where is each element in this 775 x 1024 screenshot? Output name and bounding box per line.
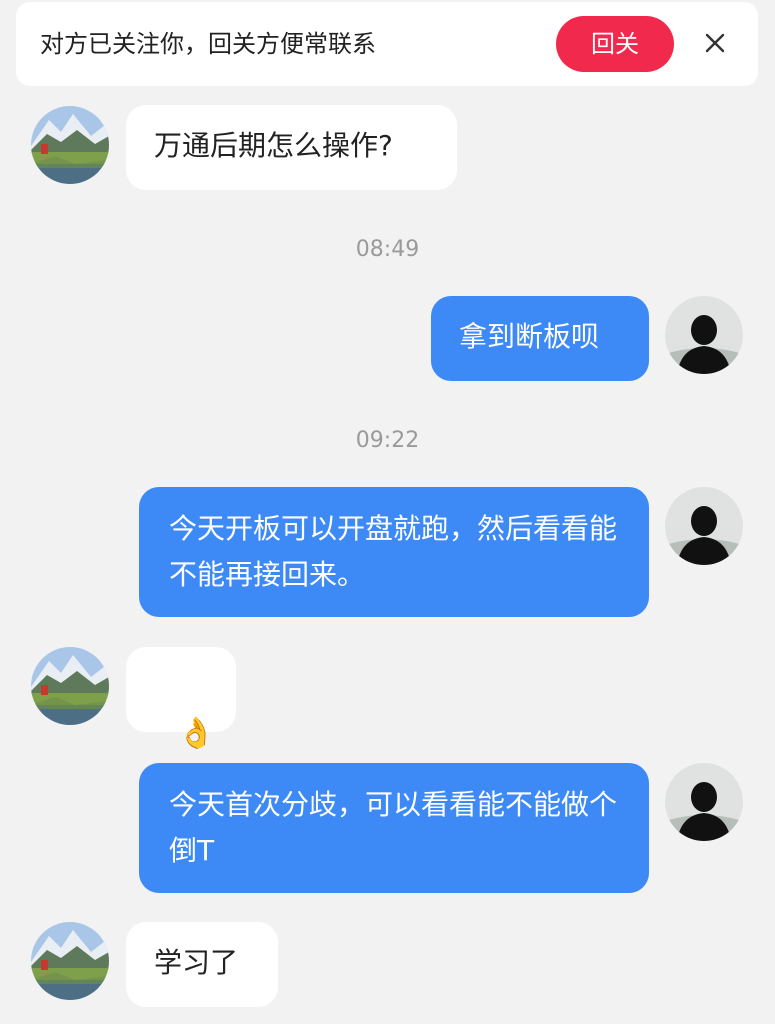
message-bubble-outgoing: 拿到断板呗 — [431, 296, 649, 381]
message-bubble-outgoing: 今天首次分歧，可以看看能不能做个倒T — [139, 763, 649, 893]
contact-avatar[interactable] — [31, 922, 109, 1000]
message-bubble-outgoing: 今天开板可以开盘就跑，然后看看能不能再接回来。 — [139, 487, 649, 617]
message-bubble-incoming: 学习了 — [126, 922, 278, 1007]
banner-text: 对方已关注你，回关方便常联系 — [40, 30, 376, 58]
message-timestamp: 08:49 — [355, 237, 420, 262]
ok-hand-icon: 👌 — [177, 716, 216, 751]
message-timestamp: 09:22 — [355, 428, 420, 453]
message-bubble-incoming: 万通后期怎么操作? — [126, 105, 457, 190]
contact-avatar[interactable] — [31, 647, 109, 725]
contact-avatar[interactable] — [31, 106, 109, 184]
message-bubble-incoming: 👌 — [126, 647, 236, 751]
user-avatar[interactable] — [665, 296, 743, 374]
follow-back-banner: 对方已关注你，回关方便常联系 回关 — [16, 2, 758, 86]
user-avatar[interactable] — [665, 487, 743, 565]
follow-back-button[interactable]: 回关 — [556, 16, 674, 72]
user-avatar[interactable] — [665, 763, 743, 841]
close-icon[interactable] — [700, 28, 730, 58]
